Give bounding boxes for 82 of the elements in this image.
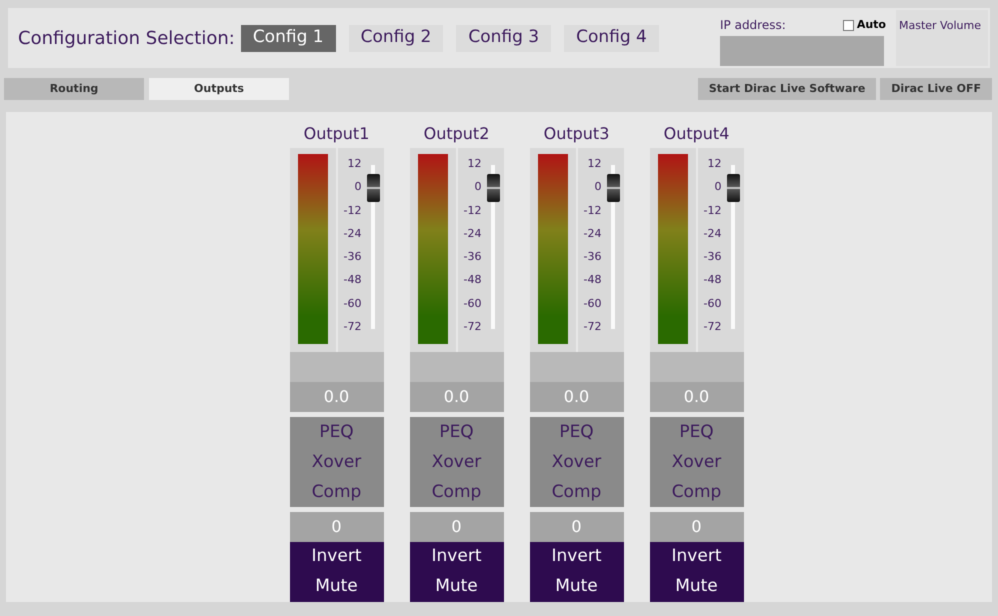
scale-label: -48 <box>344 273 362 286</box>
processing-link[interactable]: PEQ <box>410 417 504 447</box>
config-button[interactable]: Config 4 <box>564 24 659 52</box>
ip-address-field[interactable] <box>720 36 884 66</box>
processing-link[interactable]: PEQ <box>530 417 624 447</box>
toggle-button[interactable]: Invert <box>290 542 384 572</box>
action-button[interactable]: Start Dirac Live Software <box>698 78 876 100</box>
scale-label: -72 <box>464 320 482 334</box>
fader-thumb[interactable] <box>726 174 740 202</box>
processing-link[interactable]: Xover <box>530 447 624 477</box>
processing-link[interactable]: Comp <box>530 477 624 507</box>
scale-label: -60 <box>344 296 362 310</box>
delay-value: 0 <box>410 512 504 542</box>
toggle-button[interactable]: Invert <box>530 542 624 572</box>
scale-label: 0 <box>354 180 362 194</box>
scale-label: -12 <box>464 204 482 217</box>
scale-label: -24 <box>344 226 362 240</box>
scale-label: 0 <box>474 180 482 194</box>
processing-link[interactable]: Comp <box>410 477 504 507</box>
processing-link[interactable]: Xover <box>650 447 744 477</box>
scale-label: 0 <box>594 180 602 194</box>
config-button[interactable]: Config 1 <box>240 24 336 52</box>
scale-label: 12 <box>468 157 482 170</box>
processing-link[interactable]: Xover <box>290 447 384 477</box>
fader-thumb[interactable] <box>486 174 500 202</box>
scale-label: -48 <box>704 273 722 286</box>
config-button[interactable]: Config 2 <box>348 24 444 52</box>
master-volume-label: Master Volume <box>899 19 981 32</box>
scale-label: -48 <box>464 273 482 286</box>
processing-link[interactable]: Comp <box>290 477 384 507</box>
gain-value: 0.0 <box>530 382 624 412</box>
output-title: Output2 <box>422 123 490 145</box>
scale-label: -72 <box>704 320 722 334</box>
toggle-button[interactable]: Mute <box>290 572 384 602</box>
scale-label: -12 <box>584 204 602 217</box>
scale-label: -60 <box>704 296 722 310</box>
auto-checkbox[interactable] <box>842 20 854 30</box>
scale-label: -60 <box>464 296 482 310</box>
processing-link[interactable]: Xover <box>410 447 504 477</box>
output-title: Output4 <box>662 123 730 145</box>
scale-label: -72 <box>344 320 362 334</box>
toggle-button[interactable]: Mute <box>650 572 744 602</box>
processing-link[interactable]: PEQ <box>650 417 744 447</box>
gain-value: 0.0 <box>410 382 504 412</box>
processing-link[interactable]: Comp <box>650 477 744 507</box>
toggle-button[interactable]: Invert <box>650 542 744 572</box>
delay-value: 0 <box>650 512 744 542</box>
processing-link[interactable]: PEQ <box>290 417 384 447</box>
scale-label: -24 <box>704 226 722 240</box>
scale-label: 12 <box>708 157 722 170</box>
auto-label: Auto <box>856 16 886 33</box>
output-title: Output3 <box>542 123 610 145</box>
tab[interactable]: Routing <box>4 78 144 100</box>
scale-label: -36 <box>584 250 602 264</box>
scale-label: -36 <box>344 250 362 264</box>
scale-label: -24 <box>464 226 482 240</box>
toggle-button[interactable]: Mute <box>410 572 504 602</box>
config-selection-label: Configuration Selection: <box>18 26 235 50</box>
scale-label: 12 <box>588 157 602 170</box>
fader-thumb[interactable] <box>606 174 620 202</box>
config-button[interactable]: Config 3 <box>456 24 552 52</box>
gain-value: 0.0 <box>650 382 744 412</box>
scale-label: 12 <box>348 157 362 170</box>
ip-address-label: IP address: <box>720 17 786 34</box>
toggle-button[interactable]: Invert <box>410 542 504 572</box>
scale-label: -12 <box>704 204 722 217</box>
gain-value: 0.0 <box>290 382 384 412</box>
scale-label: -36 <box>704 250 722 264</box>
fader-thumb[interactable] <box>366 174 380 202</box>
scale-label: -48 <box>584 273 602 286</box>
toggle-button[interactable]: Mute <box>530 572 624 602</box>
delay-value: 0 <box>530 512 624 542</box>
output-title: Output1 <box>302 123 370 145</box>
tab[interactable]: Outputs <box>149 78 289 100</box>
scale-label: -60 <box>584 296 602 310</box>
scale-label: -12 <box>344 204 362 217</box>
action-button[interactable]: Dirac Live OFF <box>880 78 992 100</box>
delay-value: 0 <box>290 512 384 542</box>
scale-label: 0 <box>714 180 722 194</box>
scale-label: -72 <box>584 320 602 334</box>
scale-label: -24 <box>584 226 602 240</box>
scale-label: -36 <box>464 250 482 264</box>
